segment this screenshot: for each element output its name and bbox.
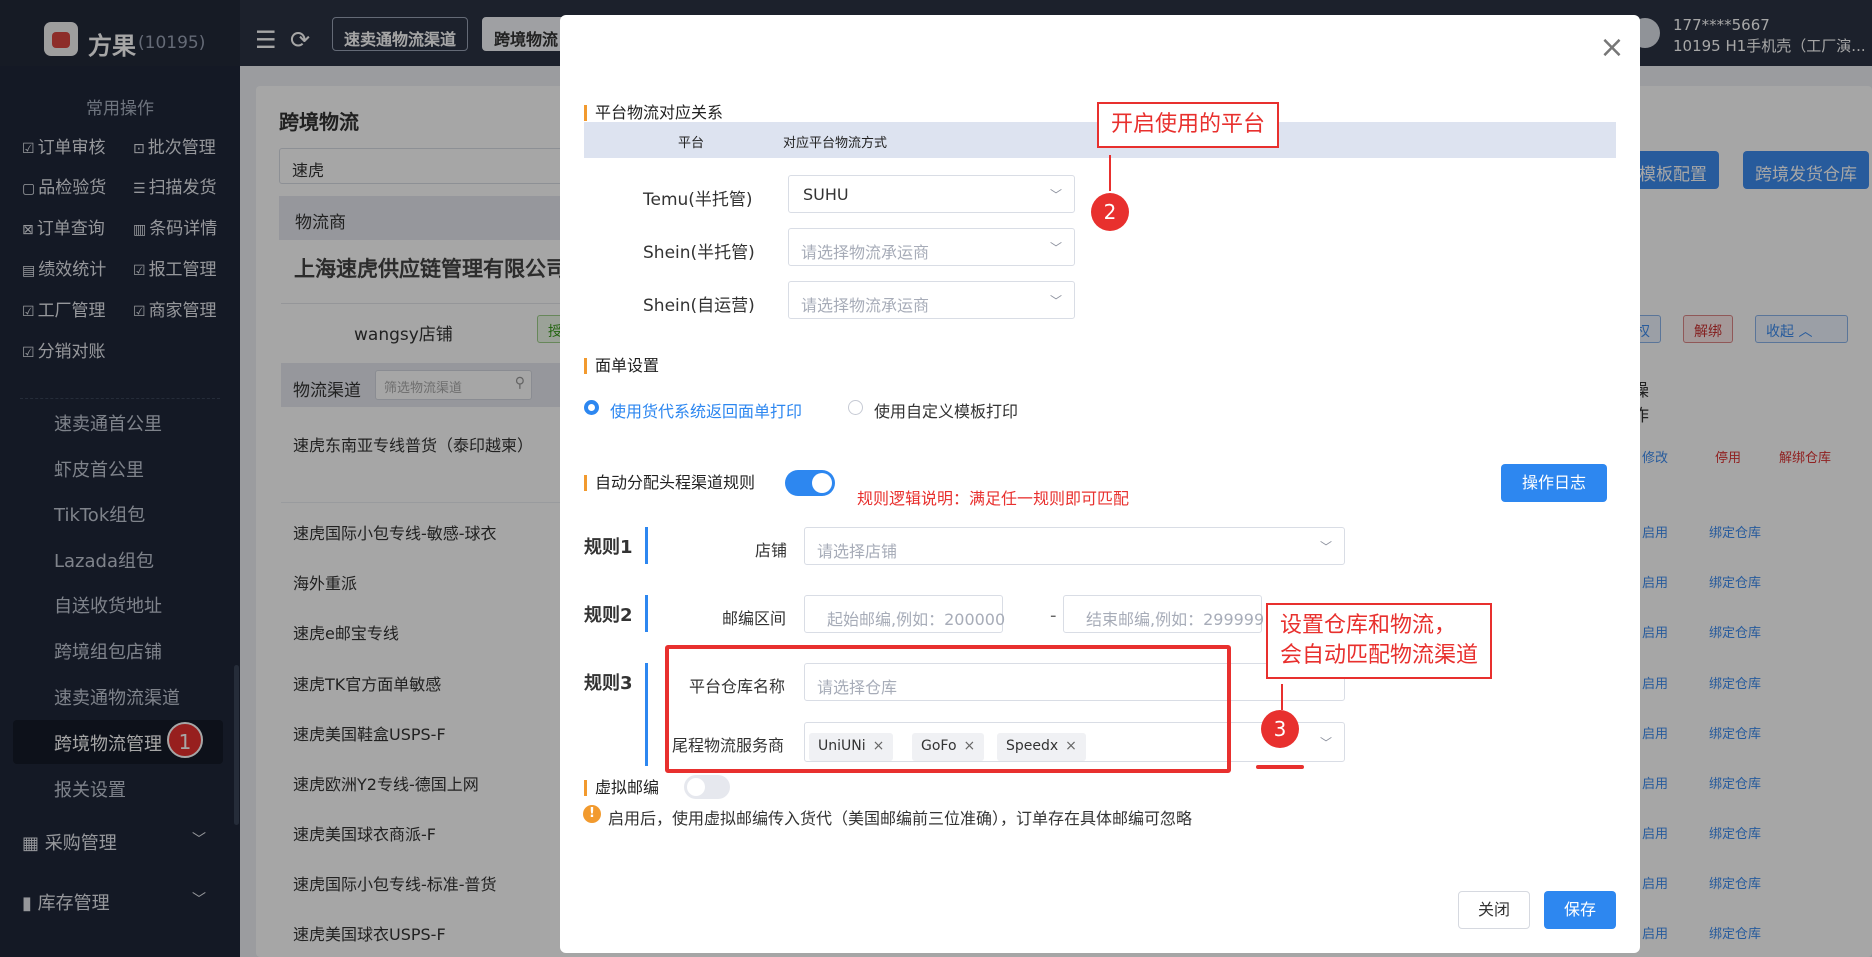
col-platform: 平台 bbox=[678, 136, 705, 151]
shein-self-carrier-select[interactable]: 请选择物流承运商 ﹀ bbox=[788, 281, 1075, 319]
platform-shein-semi: Shein(半托管) bbox=[643, 243, 755, 263]
step-badge-3: 3 bbox=[1261, 710, 1299, 748]
chevron-down-icon: ﹀ bbox=[1049, 294, 1062, 308]
rule-note: 规则逻辑说明：满足任一规则即可匹配 bbox=[857, 489, 1130, 508]
section-title-virtual-zip: 虚拟邮编 bbox=[584, 780, 659, 796]
rule-2-bar bbox=[645, 595, 648, 632]
callout-line: 设置仓库和物流， bbox=[1280, 613, 1457, 638]
callout-warehouse-logistics: 设置仓库和物流， 会自动匹配物流渠道 bbox=[1266, 603, 1493, 679]
close-icon[interactable]: × bbox=[1597, 33, 1627, 63]
virtual-zip-warning: 启用后，使用虚拟邮编传入货代（美国邮编前三位准确），订单存在具体邮编可忽略 bbox=[608, 809, 1193, 828]
section-title-label: 面单设置 bbox=[584, 358, 659, 374]
toggle-knob bbox=[687, 778, 705, 796]
chevron-down-icon: ﹀ bbox=[1319, 736, 1332, 750]
callout-leader-line bbox=[1281, 684, 1283, 710]
zip-separator: - bbox=[1050, 605, 1057, 626]
zip-start-placeholder: 起始邮编,例如：200000 bbox=[827, 610, 1006, 629]
rule-1-label: 规则1 bbox=[584, 537, 633, 558]
store-placeholder: 请选择店铺 bbox=[817, 542, 898, 561]
temu-carrier-select[interactable]: SUHU ﹀ bbox=[788, 175, 1075, 213]
toggle-knob bbox=[812, 473, 832, 493]
chevron-down-icon: ﹀ bbox=[1049, 241, 1062, 255]
zip-end-placeholder: 结束邮编,例如：299999 bbox=[1086, 610, 1265, 629]
step-badge-2: 2 bbox=[1091, 193, 1129, 231]
shein-semi-carrier-select[interactable]: 请选择物流承运商 ﹀ bbox=[788, 228, 1075, 266]
select-placeholder: 请选择物流承运商 bbox=[801, 296, 930, 315]
temu-carrier-value: SUHU bbox=[803, 185, 849, 204]
platform-temu: Temu(半托管) bbox=[643, 190, 753, 210]
rule-3-bar bbox=[645, 663, 648, 766]
zip-end-input[interactable]: 结束邮编,例如：299999 bbox=[1063, 595, 1265, 633]
save-button[interactable]: 保存 bbox=[1544, 891, 1616, 929]
auto-assign-toggle[interactable] bbox=[785, 470, 835, 496]
warning-icon: ! bbox=[583, 805, 601, 823]
zip-start-input[interactable]: 起始邮编,例如：200000 bbox=[804, 595, 1006, 633]
callout-leader-line bbox=[1109, 155, 1111, 191]
rule-3-label: 规则3 bbox=[584, 673, 633, 694]
rule-2-label: 规则2 bbox=[584, 605, 633, 626]
section-title-rules: 自动分配头程渠道规则 bbox=[584, 475, 755, 491]
chevron-down-icon: ﹀ bbox=[1319, 540, 1332, 554]
col-method: 对应平台物流方式 bbox=[783, 136, 888, 151]
close-button[interactable]: 关闭 bbox=[1458, 891, 1530, 929]
radio-system-label[interactable] bbox=[584, 400, 599, 415]
platform-shein-self: Shein(自运营) bbox=[643, 296, 755, 316]
callout-enabled-platforms: 开启使用的平台 bbox=[1097, 102, 1280, 148]
section-title-mapping: 平台物流对应关系 bbox=[584, 105, 723, 121]
operation-log-button[interactable]: 操作日志 bbox=[1501, 464, 1607, 502]
callout-line: 会自动匹配物流渠道 bbox=[1280, 643, 1479, 668]
highlight-box-rule3 bbox=[665, 645, 1231, 773]
radio-custom-text[interactable]: 使用自定义模板打印 bbox=[874, 398, 1018, 422]
rule-2-field-label: 邮编区间 bbox=[722, 609, 787, 628]
select-placeholder: 请选择物流承运商 bbox=[801, 243, 930, 262]
chevron-down-icon: ﹀ bbox=[1049, 188, 1062, 202]
rule-1-bar bbox=[645, 527, 648, 564]
underline-mark bbox=[1256, 765, 1304, 769]
radio-system-text[interactable]: 使用货代系统返回面单打印 bbox=[610, 398, 802, 422]
radio-custom-template[interactable] bbox=[848, 400, 863, 415]
virtual-zip-toggle[interactable] bbox=[684, 775, 730, 799]
store-select[interactable]: 请选择店铺 ﹀ bbox=[804, 527, 1345, 565]
rule-1-field-label: 店铺 bbox=[755, 541, 788, 560]
